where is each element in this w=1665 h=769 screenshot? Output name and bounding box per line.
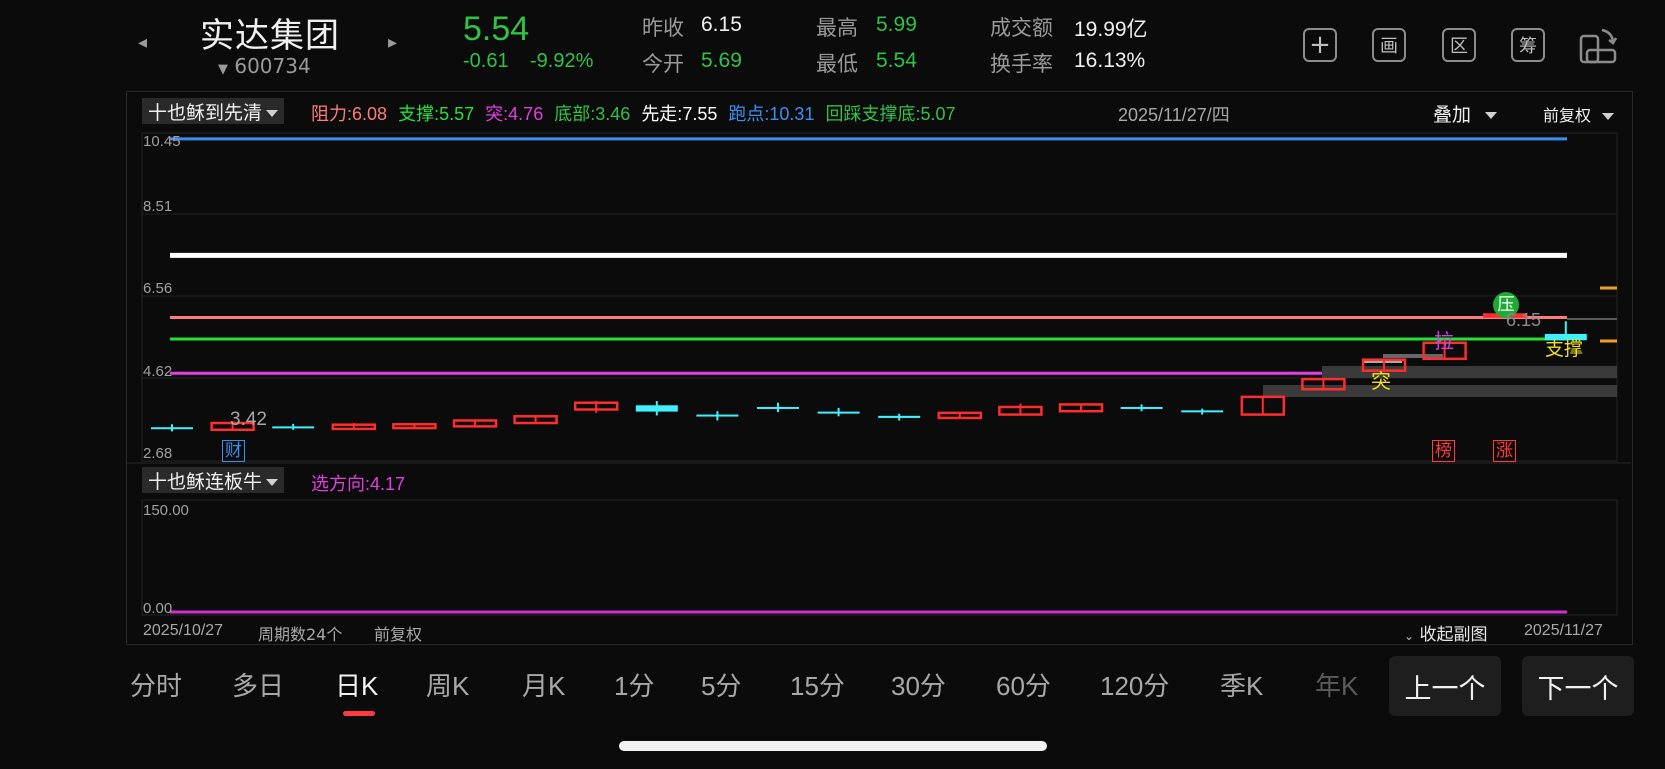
- candle-body: [272, 426, 315, 429]
- main-plot-frame: [141, 132, 1618, 462]
- tab-6[interactable]: 1分: [614, 666, 654, 703]
- tab-11[interactable]: 120分: [1100, 666, 1169, 703]
- caret-down-icon: [266, 479, 279, 486]
- candle-body: [1120, 406, 1163, 409]
- tab-2[interactable]: 多日: [232, 666, 284, 703]
- chip-bar: [1383, 354, 1443, 358]
- home-indicator[interactable]: [619, 741, 1047, 751]
- footer-adjust: 前复权: [374, 625, 423, 644]
- tab-13[interactable]: 年K: [1315, 666, 1358, 703]
- tab-10[interactable]: 60分: [996, 666, 1051, 703]
- candle-body: [151, 427, 193, 430]
- sub-indicator-legend: 选方向:4.17: [311, 474, 406, 494]
- candlestick-chart[interactable]: [0, 0, 1665, 769]
- y-axis-label: 6.56: [143, 280, 173, 297]
- sub-indicator-name: 十也稣连板牛: [148, 471, 263, 493]
- pull-signal: 拉: [1434, 329, 1454, 353]
- y-axis-label: 4.62: [143, 363, 173, 380]
- sub-indicator-select[interactable]: 十也稣连板牛: [142, 467, 285, 493]
- candle-body: [1181, 410, 1224, 413]
- y-axis-label: 2.68: [143, 445, 173, 462]
- next-stock-button[interactable]: 下一个: [1522, 656, 1634, 716]
- collapse-subchart-label: 收起副图: [1419, 625, 1488, 645]
- tab-3[interactable]: 日K: [335, 666, 378, 703]
- collapse-subchart-button[interactable]: ⌄ 收起副图: [1404, 620, 1487, 645]
- tab-9[interactable]: 30分: [891, 666, 946, 703]
- y-axis-label: 10.45: [143, 133, 181, 150]
- sub-y-top: 150.00: [143, 502, 189, 519]
- end-date: 2025/11/27: [1524, 622, 1603, 639]
- tab-12[interactable]: 季K: [1220, 666, 1263, 703]
- period-count: 周期数24个: [258, 625, 343, 644]
- candle-body: [757, 406, 799, 409]
- tab-7[interactable]: 5分: [701, 666, 741, 703]
- tab-4[interactable]: 周K: [426, 666, 469, 703]
- candle-body: [635, 405, 678, 412]
- tab-1[interactable]: 分时: [130, 666, 182, 703]
- chip-bar: [1322, 366, 1617, 378]
- chip-bar: [1263, 385, 1617, 397]
- support-signal: 支撑: [1545, 338, 1584, 360]
- chevron-down-icon: ⌄: [1404, 629, 1415, 643]
- tab-8[interactable]: 15分: [790, 666, 845, 703]
- last-close-annotation: 6.15: [1506, 310, 1542, 330]
- start-date: 2025/10/27: [143, 622, 224, 639]
- breakout-signal: 突: [1371, 369, 1391, 393]
- low-price-annotation: 3.42: [230, 409, 267, 430]
- y-axis-label: 8.51: [143, 198, 173, 215]
- sub-plot-frame: [141, 499, 1618, 616]
- sub-y-bottom: 0.00: [143, 600, 173, 617]
- rank-badge[interactable]: 榜: [1432, 440, 1455, 462]
- candle-body: [878, 415, 921, 418]
- candle-body: [696, 414, 739, 417]
- finance-badge[interactable]: 财: [222, 440, 245, 462]
- prev-stock-button[interactable]: 上一个: [1389, 656, 1501, 716]
- candle-body: [817, 411, 860, 414]
- tab-5[interactable]: 月K: [522, 666, 565, 703]
- limit-up-badge[interactable]: 涨: [1493, 440, 1516, 462]
- active-tab-indicator: [343, 711, 375, 716]
